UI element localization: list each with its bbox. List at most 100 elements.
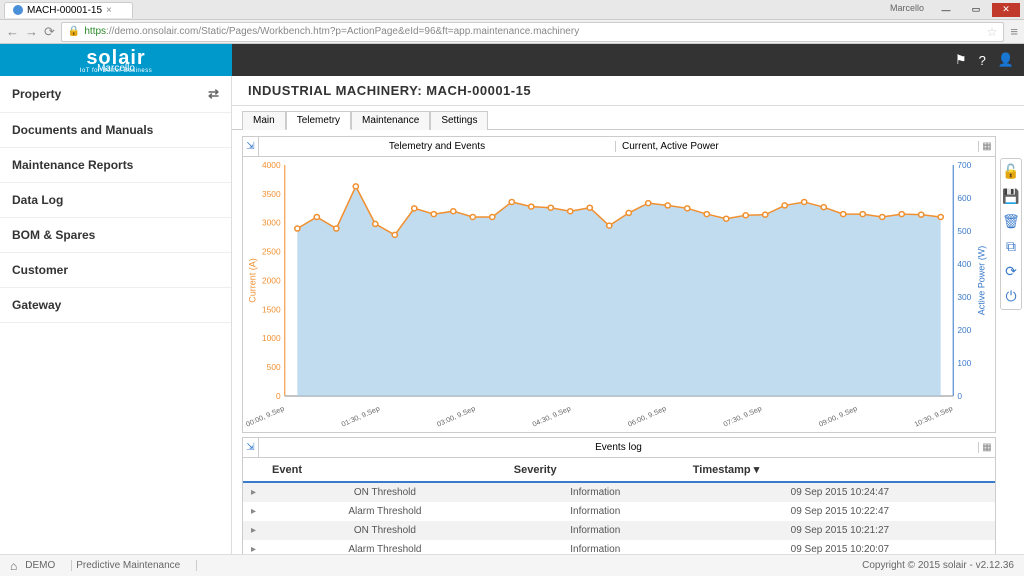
cell-severity: Information [506, 521, 685, 540]
footer-home[interactable]: DEMO [21, 560, 72, 571]
col-severity[interactable]: Severity [506, 458, 685, 482]
cell-severity: Information [506, 482, 685, 502]
user-tag: Marcello [890, 3, 924, 17]
footer: ⌂ DEMO Predictive Maintenance Copyright … [0, 554, 1024, 576]
tab-title: MACH-00001-15 [27, 5, 102, 16]
favicon [13, 5, 23, 15]
home-icon[interactable]: ⌂ [10, 559, 17, 573]
help-icon[interactable]: ? [979, 53, 986, 68]
col-event[interactable]: Event [264, 458, 506, 482]
chart-area[interactable]: 0500100015002000250030003500400001002003… [243, 157, 995, 432]
browser-tab-strip: MACH-00001-15 × Marcello — ▭ ✕ [0, 0, 1024, 20]
svg-text:01:30, 9.Sep: 01:30, 9.Sep [340, 405, 381, 429]
forward-button[interactable]: → [25, 24, 38, 39]
tabs-row: Main Telemetry Maintenance Settings [232, 106, 1024, 130]
svg-text:Active Power (W): Active Power (W) [976, 246, 986, 315]
back-button[interactable]: ← [6, 24, 19, 39]
sidebar-item[interactable]: Gateway [0, 288, 231, 323]
export-icon[interactable]: ⇲ [243, 438, 259, 457]
flag-icon[interactable]: ⚑ [955, 52, 967, 68]
sidebar-title-row: Property ⇄ [0, 76, 231, 113]
svg-text:00:00, 9.Sep: 00:00, 9.Sep [245, 405, 286, 429]
maximize-button[interactable]: ▭ [962, 3, 990, 17]
sidebar-item[interactable]: Data Log [0, 183, 231, 218]
svg-text:0: 0 [276, 392, 281, 401]
lock-icon: 🔒 [68, 26, 80, 37]
series-selector[interactable]: Current, Active Power [616, 141, 979, 152]
svg-text:700: 700 [957, 161, 971, 170]
svg-text:07:30, 9.Sep: 07:30, 9.Sep [722, 405, 763, 429]
url-field[interactable]: 🔒 https://demo.onsolair.com/Static/Pages… [61, 22, 1005, 42]
cell-severity: Information [506, 540, 685, 554]
footer-breadcrumb[interactable]: Predictive Maintenance [72, 560, 197, 571]
expand-icon[interactable]: ▸ [243, 540, 264, 554]
browser-url-bar: ← → ⟳ 🔒 https://demo.onsolair.com/Static… [0, 20, 1024, 44]
svg-text:10:30, 9.Sep: 10:30, 9.Sep [913, 405, 954, 429]
svg-text:09:00, 9.Sep: 09:00, 9.Sep [818, 405, 859, 429]
tab-maintenance[interactable]: Maintenance [351, 111, 430, 130]
chart-panel-header: ⇲ Telemetry and Events Current, Active P… [243, 137, 995, 157]
cell-timestamp: 09 Sep 2015 10:20:07 [685, 540, 995, 554]
copy-icon[interactable]: ⧉ [1006, 238, 1016, 255]
cell-timestamp: 09 Sep 2015 10:22:47 [685, 502, 995, 521]
svg-text:4000: 4000 [262, 161, 281, 170]
export-icon[interactable]: ⇲ [243, 137, 259, 156]
svg-text:06:00, 9.Sep: 06:00, 9.Sep [627, 405, 668, 429]
panel-menu-icon[interactable]: ▦ [979, 137, 995, 156]
chart-panel: ⇲ Telemetry and Events Current, Active P… [242, 136, 996, 433]
table-row[interactable]: ▸Alarm ThresholdInformation09 Sep 2015 1… [243, 540, 995, 554]
power-icon[interactable]: ⏻ [1005, 288, 1016, 305]
cell-event: ON Threshold [264, 482, 506, 502]
svg-text:04:30, 9.Sep: 04:30, 9.Sep [531, 405, 572, 429]
page-title: INDUSTRIAL MACHINERY: MACH-00001-15 [232, 76, 1024, 106]
expand-icon[interactable]: ▸ [243, 482, 264, 502]
sidebar-item[interactable]: Documents and Manuals [0, 113, 231, 148]
svg-text:400: 400 [957, 260, 971, 269]
table-row[interactable]: ▸ON ThresholdInformation09 Sep 2015 10:2… [243, 482, 995, 502]
tab-close-icon[interactable]: × [106, 5, 112, 16]
svg-text:300: 300 [957, 293, 971, 302]
table-row[interactable]: ▸ON ThresholdInformation09 Sep 2015 10:2… [243, 521, 995, 540]
expand-icon[interactable]: ▸ [243, 521, 264, 540]
sidebar: Property ⇄ Documents and Manuals Mainten… [0, 76, 232, 554]
svg-text:2000: 2000 [262, 277, 281, 286]
footer-copyright: Copyright © 2015 solair - v2.12.36 [862, 560, 1014, 571]
cell-event: Alarm Threshold [264, 502, 506, 521]
sidebar-item[interactable]: Maintenance Reports [0, 148, 231, 183]
cell-event: ON Threshold [264, 521, 506, 540]
menu-icon[interactable]: ≡ [1010, 24, 1018, 39]
chart-title: Telemetry and Events [259, 141, 616, 152]
events-title: Events log [259, 442, 979, 453]
svg-text:1500: 1500 [262, 306, 281, 315]
bookmark-star-icon[interactable]: ☆ [987, 25, 998, 39]
tab-settings[interactable]: Settings [430, 111, 488, 130]
refresh-icon[interactable]: ⟳ [1005, 263, 1017, 280]
cell-event: Alarm Threshold [264, 540, 506, 554]
user-icon[interactable]: 👤 [998, 52, 1014, 68]
delete-icon[interactable]: 🗑 [1002, 213, 1020, 230]
close-window-button[interactable]: ✕ [992, 3, 1020, 17]
minimize-button[interactable]: — [932, 3, 960, 17]
tab-main[interactable]: Main [242, 111, 286, 130]
sidebar-item[interactable]: BOM & Spares [0, 218, 231, 253]
save-icon[interactable]: 💾 [1002, 188, 1019, 205]
expand-icon[interactable]: ▸ [243, 502, 264, 521]
panel-menu-icon[interactable]: ▦ [979, 438, 995, 457]
col-timestamp[interactable]: Timestamp ▾ [685, 458, 995, 482]
svg-text:03:00, 9.Sep: 03:00, 9.Sep [436, 405, 477, 429]
sidebar-item[interactable]: Customer [0, 253, 231, 288]
lock-icon[interactable]: 🔓 [1002, 163, 1019, 180]
table-row[interactable]: ▸Alarm ThresholdInformation09 Sep 2015 1… [243, 502, 995, 521]
events-panel-header: ⇲ Events log ▦ [243, 438, 995, 458]
swap-icon[interactable]: ⇄ [208, 86, 219, 102]
cell-timestamp: 09 Sep 2015 10:21:27 [685, 521, 995, 540]
expand-col [243, 458, 264, 482]
browser-tab[interactable]: MACH-00001-15 × [4, 2, 133, 18]
reload-button[interactable]: ⟳ [44, 24, 55, 40]
tab-telemetry[interactable]: Telemetry [286, 111, 351, 130]
content-area: INDUSTRIAL MACHINERY: MACH-00001-15 Main… [232, 76, 1024, 554]
svg-text:200: 200 [957, 326, 971, 335]
events-panel: ⇲ Events log ▦ Event Severity Timestamp … [242, 437, 996, 554]
window-buttons: Marcello — ▭ ✕ [890, 3, 1020, 17]
app-toolbar: ⚑ ? 👤 [232, 44, 1024, 76]
